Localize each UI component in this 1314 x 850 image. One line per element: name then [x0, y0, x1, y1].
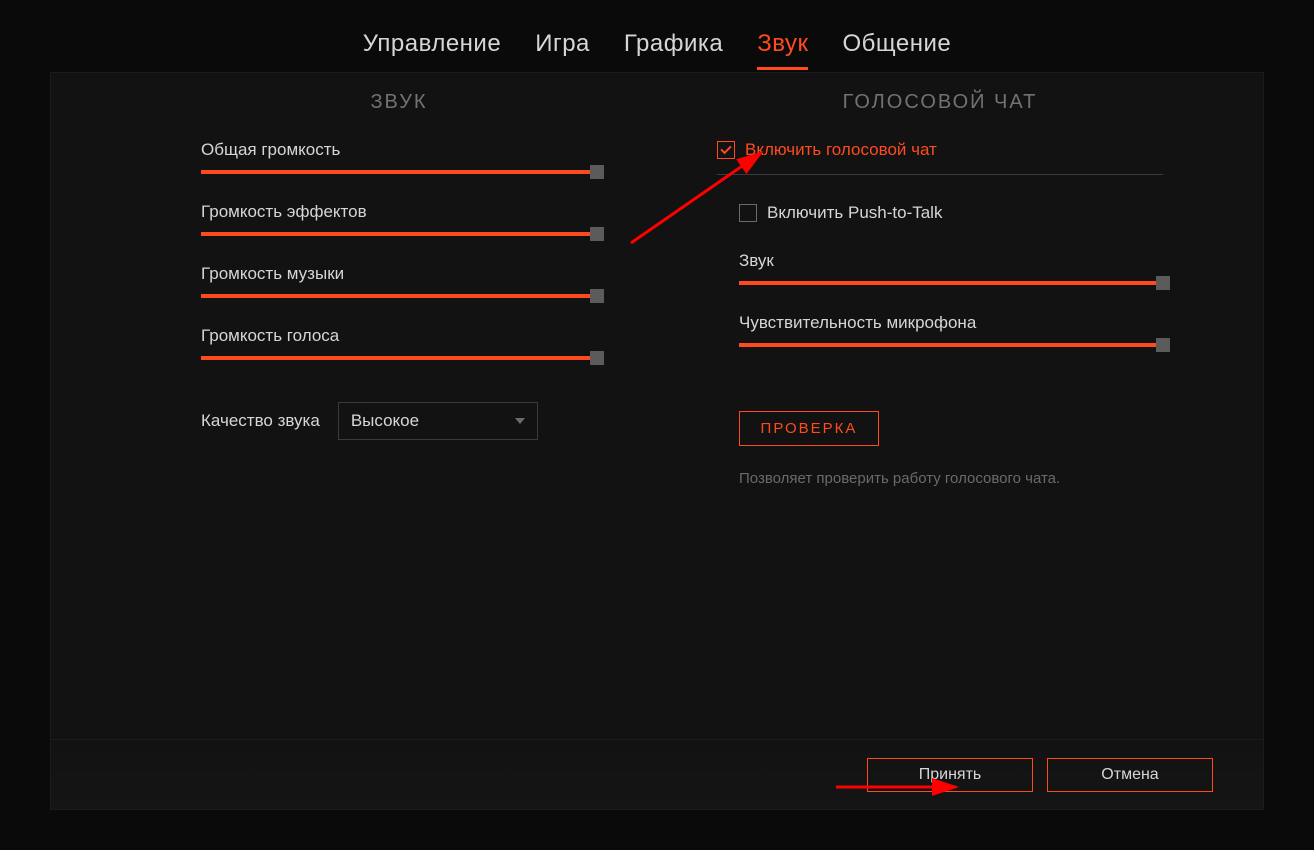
accept-button[interactable]: Принять — [867, 758, 1033, 792]
footer: Принять Отмена — [51, 739, 1263, 809]
push-to-talk-checkbox[interactable] — [739, 204, 757, 222]
sound-column: ЗВУК Общая громкость Громкость эффектов … — [51, 91, 657, 487]
sound-quality-select[interactable]: Высокое — [338, 402, 538, 440]
slider-label: Общая громкость — [201, 140, 597, 160]
slider-label: Громкость голоса — [201, 326, 597, 346]
slider-master-volume: Общая громкость — [201, 140, 597, 176]
test-voice-button[interactable]: ПРОВЕРКА — [739, 411, 879, 446]
cancel-button[interactable]: Отмена — [1047, 758, 1213, 792]
sound-section-title: ЗВУК — [201, 91, 597, 114]
enable-voice-chat-label[interactable]: Включить голосовой чат — [745, 140, 937, 160]
enable-voice-chat-row: Включить голосовой чат — [717, 140, 1163, 160]
slider-voice-volume: Громкость голоса — [201, 326, 597, 362]
slider-effects-volume: Громкость эффектов — [201, 202, 597, 238]
slider-track[interactable] — [201, 230, 597, 238]
settings-tabs: Управление Игра Графика Звук Общение — [0, 0, 1314, 70]
tab-game[interactable]: Игра — [535, 30, 590, 70]
slider-music-volume: Громкость музыки — [201, 264, 597, 300]
voice-test-help: Позволяет проверить работу голосового ча… — [739, 470, 1163, 487]
tab-sound[interactable]: Звук — [757, 30, 808, 70]
tab-graphics[interactable]: Графика — [624, 30, 723, 70]
slider-voice-sound: Звук — [739, 251, 1163, 287]
slider-handle[interactable] — [590, 227, 604, 241]
slider-handle[interactable] — [1156, 276, 1170, 290]
tab-communication[interactable]: Общение — [842, 30, 951, 70]
settings-panel: ЗВУК Общая громкость Громкость эффектов … — [50, 72, 1264, 810]
push-to-talk-label[interactable]: Включить Push-to-Talk — [767, 203, 942, 223]
sound-quality-row: Качество звука Высокое — [201, 402, 597, 440]
slider-label: Звук — [739, 251, 1163, 271]
slider-mic-sensitivity: Чувствительность микрофона — [739, 313, 1163, 349]
slider-label: Громкость музыки — [201, 264, 597, 284]
slider-track[interactable] — [739, 279, 1163, 287]
slider-track[interactable] — [201, 168, 597, 176]
push-to-talk-row: Включить Push-to-Talk — [739, 203, 1163, 223]
voice-chat-column: ГОЛОСОВОЙ ЧАТ Включить голосовой чат Вкл… — [657, 91, 1263, 487]
slider-handle[interactable] — [590, 351, 604, 365]
slider-track[interactable] — [739, 341, 1163, 349]
slider-handle[interactable] — [1156, 338, 1170, 352]
slider-track[interactable] — [201, 354, 597, 362]
slider-handle[interactable] — [590, 165, 604, 179]
slider-handle[interactable] — [590, 289, 604, 303]
slider-label: Чувствительность микрофона — [739, 313, 1163, 333]
enable-voice-chat-checkbox[interactable] — [717, 141, 735, 159]
chevron-down-icon — [515, 418, 525, 424]
tab-control[interactable]: Управление — [363, 30, 501, 70]
slider-label: Громкость эффектов — [201, 202, 597, 222]
voice-chat-section-title: ГОЛОСОВОЙ ЧАТ — [717, 91, 1163, 114]
divider — [717, 174, 1163, 175]
sound-quality-label: Качество звука — [201, 411, 320, 431]
sound-quality-value: Высокое — [351, 411, 419, 431]
check-icon — [720, 143, 731, 154]
slider-track[interactable] — [201, 292, 597, 300]
